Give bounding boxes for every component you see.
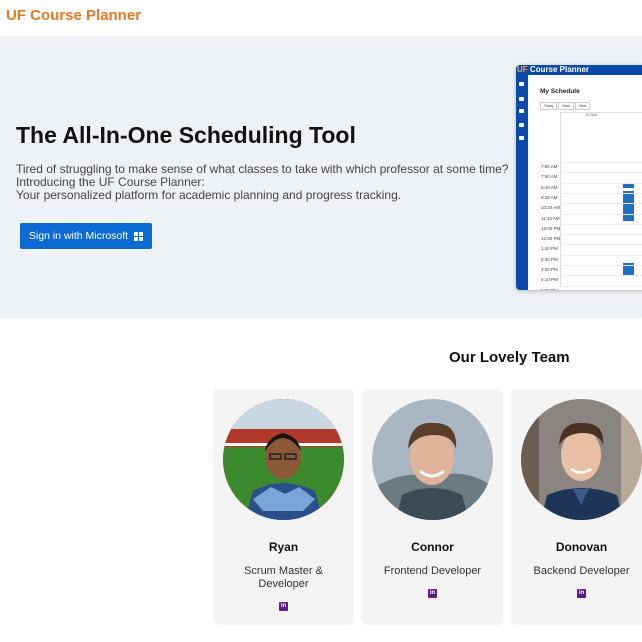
preview-time-row-line	[560, 192, 642, 194]
hero-section: The All-In-One Scheduling Tool Tired of …	[0, 36, 642, 318]
preview-sidebar	[516, 75, 528, 290]
preview-day-label: 01 Sun	[586, 113, 598, 117]
preview-time-row-line	[560, 234, 642, 236]
member-name: Donovan	[555, 540, 608, 554]
team-card: Connor Frontend Developer in	[362, 389, 503, 625]
sign-in-label: Sign in with Microsoft	[28, 230, 129, 242]
preview-time-label: 2:30 PM	[541, 256, 558, 262]
preview-event	[623, 183, 634, 188]
preview-event	[623, 191, 634, 221]
microsoft-logo-icon	[134, 231, 144, 241]
preview-header: UF Course Planner	[516, 65, 642, 75]
preview-time-row-line	[560, 182, 642, 184]
preview-time-row-line	[560, 162, 642, 163]
hero-desc-line: Your personalized platform for academic …	[16, 188, 402, 202]
team-card: Ryan Scrum Master & Developer in	[213, 389, 354, 625]
preview-schedule-title: My Schedule	[540, 88, 580, 95]
member-role: Frontend Developer	[383, 565, 482, 577]
preview-time-label: 3:20 PM	[541, 267, 558, 272]
app-preview-image: UF Course Planner My Schedule Today Back…	[516, 65, 642, 290]
team-card: Donovan Backend Developer in	[511, 389, 642, 625]
member-name: Connor	[411, 540, 454, 554]
hero-description: Tired of struggling to make sense of wha…	[16, 163, 508, 202]
preview-nav-buttons: Today Back Next	[540, 102, 591, 110]
avatar	[223, 399, 344, 520]
brand-logo[interactable]: UF Course Planner	[6, 7, 141, 24]
calendar-icon	[519, 109, 524, 113]
preview-time-label: 8:40 AM	[541, 184, 558, 190]
member-name: Ryan	[268, 540, 299, 554]
preview-time-label: 12:50 PM	[541, 236, 561, 242]
preview-time-row-line	[560, 265, 642, 266]
linkedin-icon[interactable]: in	[428, 589, 437, 598]
preview-time-row-line	[560, 213, 642, 215]
team-section-title: Our Lovely Team	[449, 349, 570, 366]
avatar	[372, 399, 493, 520]
sign-in-microsoft-button[interactable]: Sign in with Microsoft	[20, 223, 152, 249]
top-bar: UF Course Planner	[0, 0, 642, 36]
hero-title: The All-In-One Scheduling Tool	[16, 122, 356, 148]
preview-time-row-line	[560, 244, 642, 246]
preview-time-row-line	[560, 275, 642, 277]
preview-time-label: 9:30 AM	[541, 194, 558, 200]
preview-time-label: 1:40 PM	[541, 246, 558, 252]
menu-icon	[519, 82, 524, 86]
preview-time-row-line	[560, 172, 642, 174]
preview-time-row-line	[560, 223, 642, 225]
member-role: Backend Developer	[533, 565, 630, 577]
linkedin-icon[interactable]: in	[577, 589, 586, 598]
preview-time-label: 7:00 AM	[541, 164, 558, 169]
home-icon	[519, 97, 524, 101]
preview-time-label: 4:10 PM	[541, 277, 558, 283]
preview-time-label: 12:00 PM	[541, 225, 561, 231]
check-icon	[519, 123, 524, 127]
preview-time-label: 7:50 AM	[541, 174, 558, 180]
preview-time-row-line	[560, 285, 642, 287]
member-role: Scrum Master & Developer	[244, 565, 323, 590]
preview-time-row-line	[560, 254, 642, 256]
preview-time-label: 5:00 PM	[541, 288, 558, 290]
avatar	[521, 399, 642, 520]
preview-time-label: 11:10 AM	[541, 215, 560, 221]
linkedin-icon[interactable]: in	[279, 602, 288, 611]
preview-time-label: 10:20 AM	[541, 205, 561, 211]
preview-time-row-line	[560, 203, 642, 205]
document-icon	[519, 136, 524, 140]
